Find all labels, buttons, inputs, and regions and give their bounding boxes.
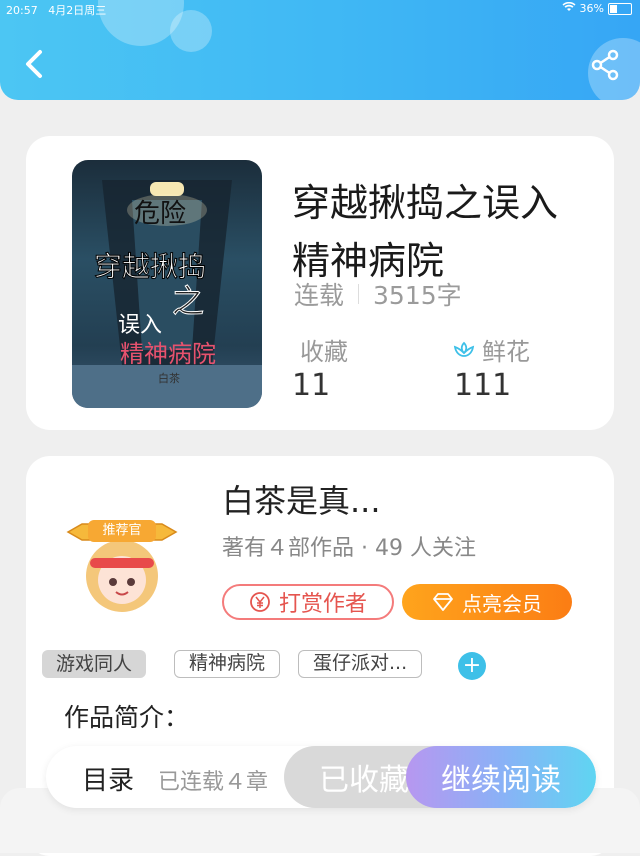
tag-game-fanfic[interactable]: 游戏同人 bbox=[42, 650, 147, 678]
battery-icon bbox=[608, 2, 632, 15]
cover-art: 危险 穿越揪捣 之 误入 精神病院 白茶 bbox=[72, 180, 262, 408]
cover-title-3: 之 bbox=[172, 283, 204, 319]
continue-label: 继续阅读 bbox=[441, 763, 561, 798]
bottom-action-bar: 目录 已连载４章 已收藏 继续阅读 bbox=[46, 746, 596, 808]
chevron-left-icon bbox=[26, 50, 42, 78]
cover-title-2: 穿越揪捣 bbox=[94, 251, 206, 282]
flowers-label: 鲜花 bbox=[482, 338, 530, 366]
top-header: 20:57 4月2日周三 36% bbox=[0, 0, 640, 100]
add-tag-button[interactable]: + bbox=[458, 652, 486, 680]
cover-title-1: 危险 bbox=[134, 198, 186, 228]
diamond-icon bbox=[433, 593, 453, 611]
status-time: 20:57 bbox=[6, 4, 38, 17]
flowers-stat[interactable]: 鲜花 bbox=[452, 332, 530, 367]
continue-reading-button[interactable]: 继续阅读 bbox=[406, 746, 596, 808]
favorites-value: 11 bbox=[292, 368, 331, 403]
book-info-card: 危险 穿越揪捣 之 误入 精神病院 白茶 穿越揪捣之误入精神病院 连载 3515… bbox=[26, 136, 614, 430]
recommender-badge: 推荐官 bbox=[102, 523, 142, 538]
battery-percent: 36% bbox=[579, 2, 604, 15]
status-right: 36% bbox=[562, 1, 632, 15]
intro-label: 作品简介： bbox=[64, 703, 190, 732]
tag-psychiatric[interactable]: 精神病院 bbox=[174, 650, 281, 678]
cover-title-4: 误入 bbox=[118, 312, 162, 337]
status-time-date: 20:57 4月2日周三 bbox=[6, 2, 106, 18]
back-button[interactable] bbox=[18, 44, 54, 84]
collected-label: 已收藏 bbox=[319, 763, 409, 798]
toc-button[interactable]: 目录 bbox=[82, 760, 134, 797]
plus-icon: + bbox=[462, 653, 482, 678]
cover-author-mark: 白茶 bbox=[158, 371, 180, 385]
wifi-icon bbox=[562, 1, 576, 15]
vip-label: 点亮会员 bbox=[462, 591, 542, 616]
tip-author-label: 打赏作者 bbox=[278, 592, 367, 617]
meta-divider bbox=[358, 284, 360, 304]
tag-eggy-party[interactable]: 蛋仔派对... bbox=[298, 650, 423, 678]
book-cover[interactable]: 危险 穿越揪捣 之 误入 精神病院 白茶 bbox=[72, 160, 262, 408]
vip-button[interactable]: 点亮会员 bbox=[402, 584, 572, 620]
cover-title-5: 精神病院 bbox=[120, 341, 216, 368]
tip-author-button[interactable]: 打赏作者 bbox=[222, 584, 394, 620]
author-avatar[interactable]: 推荐官 bbox=[62, 502, 182, 622]
flowers-value: 111 bbox=[454, 368, 512, 403]
author-works-info: 著有４部作品 · 49 人关注 bbox=[222, 536, 476, 561]
chapter-count: 已连载４章 bbox=[158, 770, 269, 795]
author-name[interactable]: 白茶是真... bbox=[222, 476, 381, 522]
share-button[interactable] bbox=[590, 48, 620, 82]
share-icon bbox=[591, 49, 619, 81]
flower-icon bbox=[453, 341, 475, 357]
yen-coin-icon bbox=[250, 592, 270, 612]
book-meta: 连载 3515字 bbox=[294, 276, 462, 312]
word-count: 3515字 bbox=[373, 281, 462, 310]
status-date: 4月2日周三 bbox=[48, 4, 107, 17]
favorites-label: 收藏 bbox=[300, 338, 348, 366]
book-title: 穿越揪捣之误入精神病院 bbox=[292, 181, 559, 283]
book-status: 连载 bbox=[294, 281, 345, 310]
